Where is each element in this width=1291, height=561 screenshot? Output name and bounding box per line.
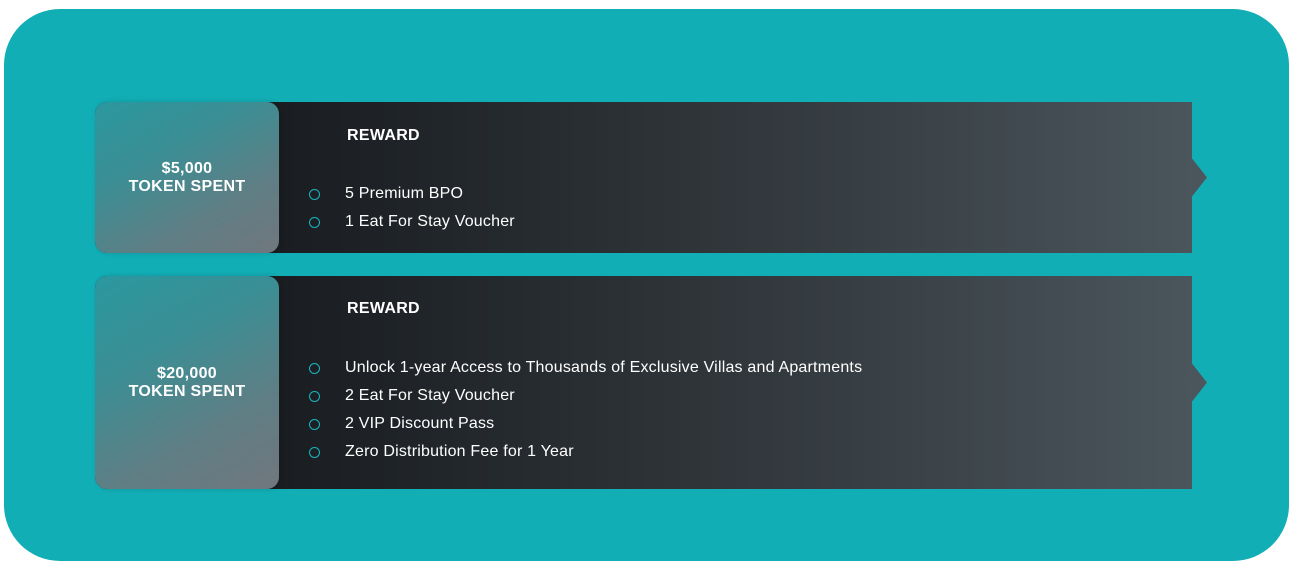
reward-title: REWARD: [347, 127, 420, 144]
reward-text: 2 VIP Discount Pass: [345, 415, 495, 432]
reward-item: 1 Eat For Stay Voucher: [309, 208, 515, 236]
tier-amount: $20,000: [157, 364, 217, 382]
reward-tier-5000: $5,000 TOKEN SPENT REWARD 5 Premium BPO …: [95, 102, 1207, 253]
tier-label: TOKEN SPENT: [128, 382, 246, 400]
reward-tier-20000: $20,000 TOKEN SPENT REWARD Unlock 1-year…: [95, 276, 1207, 489]
tier-label: TOKEN SPENT: [128, 177, 246, 195]
reward-item: 2 VIP Discount Pass: [309, 410, 862, 438]
tier-threshold-badge: $5,000 TOKEN SPENT: [95, 102, 279, 253]
tier-amount: $5,000: [161, 159, 213, 177]
tier-threshold-badge: $20,000 TOKEN SPENT: [95, 276, 279, 489]
reward-list: 5 Premium BPO 1 Eat For Stay Voucher: [309, 180, 515, 236]
badge-text: $20,000 TOKEN SPENT: [129, 365, 246, 401]
badge-text: $5,000 TOKEN SPENT: [129, 160, 246, 196]
circle-outline-icon: [309, 390, 320, 402]
reward-text: 2 Eat For Stay Voucher: [345, 387, 515, 404]
reward-text: Zero Distribution Fee for 1 Year: [345, 443, 574, 460]
circle-outline-icon: [309, 446, 320, 458]
circle-outline-icon: [309, 188, 320, 200]
reward-text: 5 Premium BPO: [345, 185, 464, 202]
reward-item: 2 Eat For Stay Voucher: [309, 382, 862, 410]
circle-outline-icon: [309, 362, 320, 374]
reward-item: Unlock 1-year Access to Thousands of Exc…: [309, 354, 862, 382]
reward-title: REWARD: [347, 300, 420, 317]
reward-text: 1 Eat For Stay Voucher: [345, 213, 515, 230]
reward-text: Unlock 1-year Access to Thousands of Exc…: [345, 359, 863, 376]
rewards-panel: $5,000 TOKEN SPENT REWARD 5 Premium BPO …: [4, 9, 1289, 561]
reward-item: Zero Distribution Fee for 1 Year: [309, 438, 862, 466]
reward-list: Unlock 1-year Access to Thousands of Exc…: [309, 354, 862, 466]
circle-outline-icon: [309, 418, 320, 430]
circle-outline-icon: [309, 216, 320, 228]
reward-item: 5 Premium BPO: [309, 180, 515, 208]
